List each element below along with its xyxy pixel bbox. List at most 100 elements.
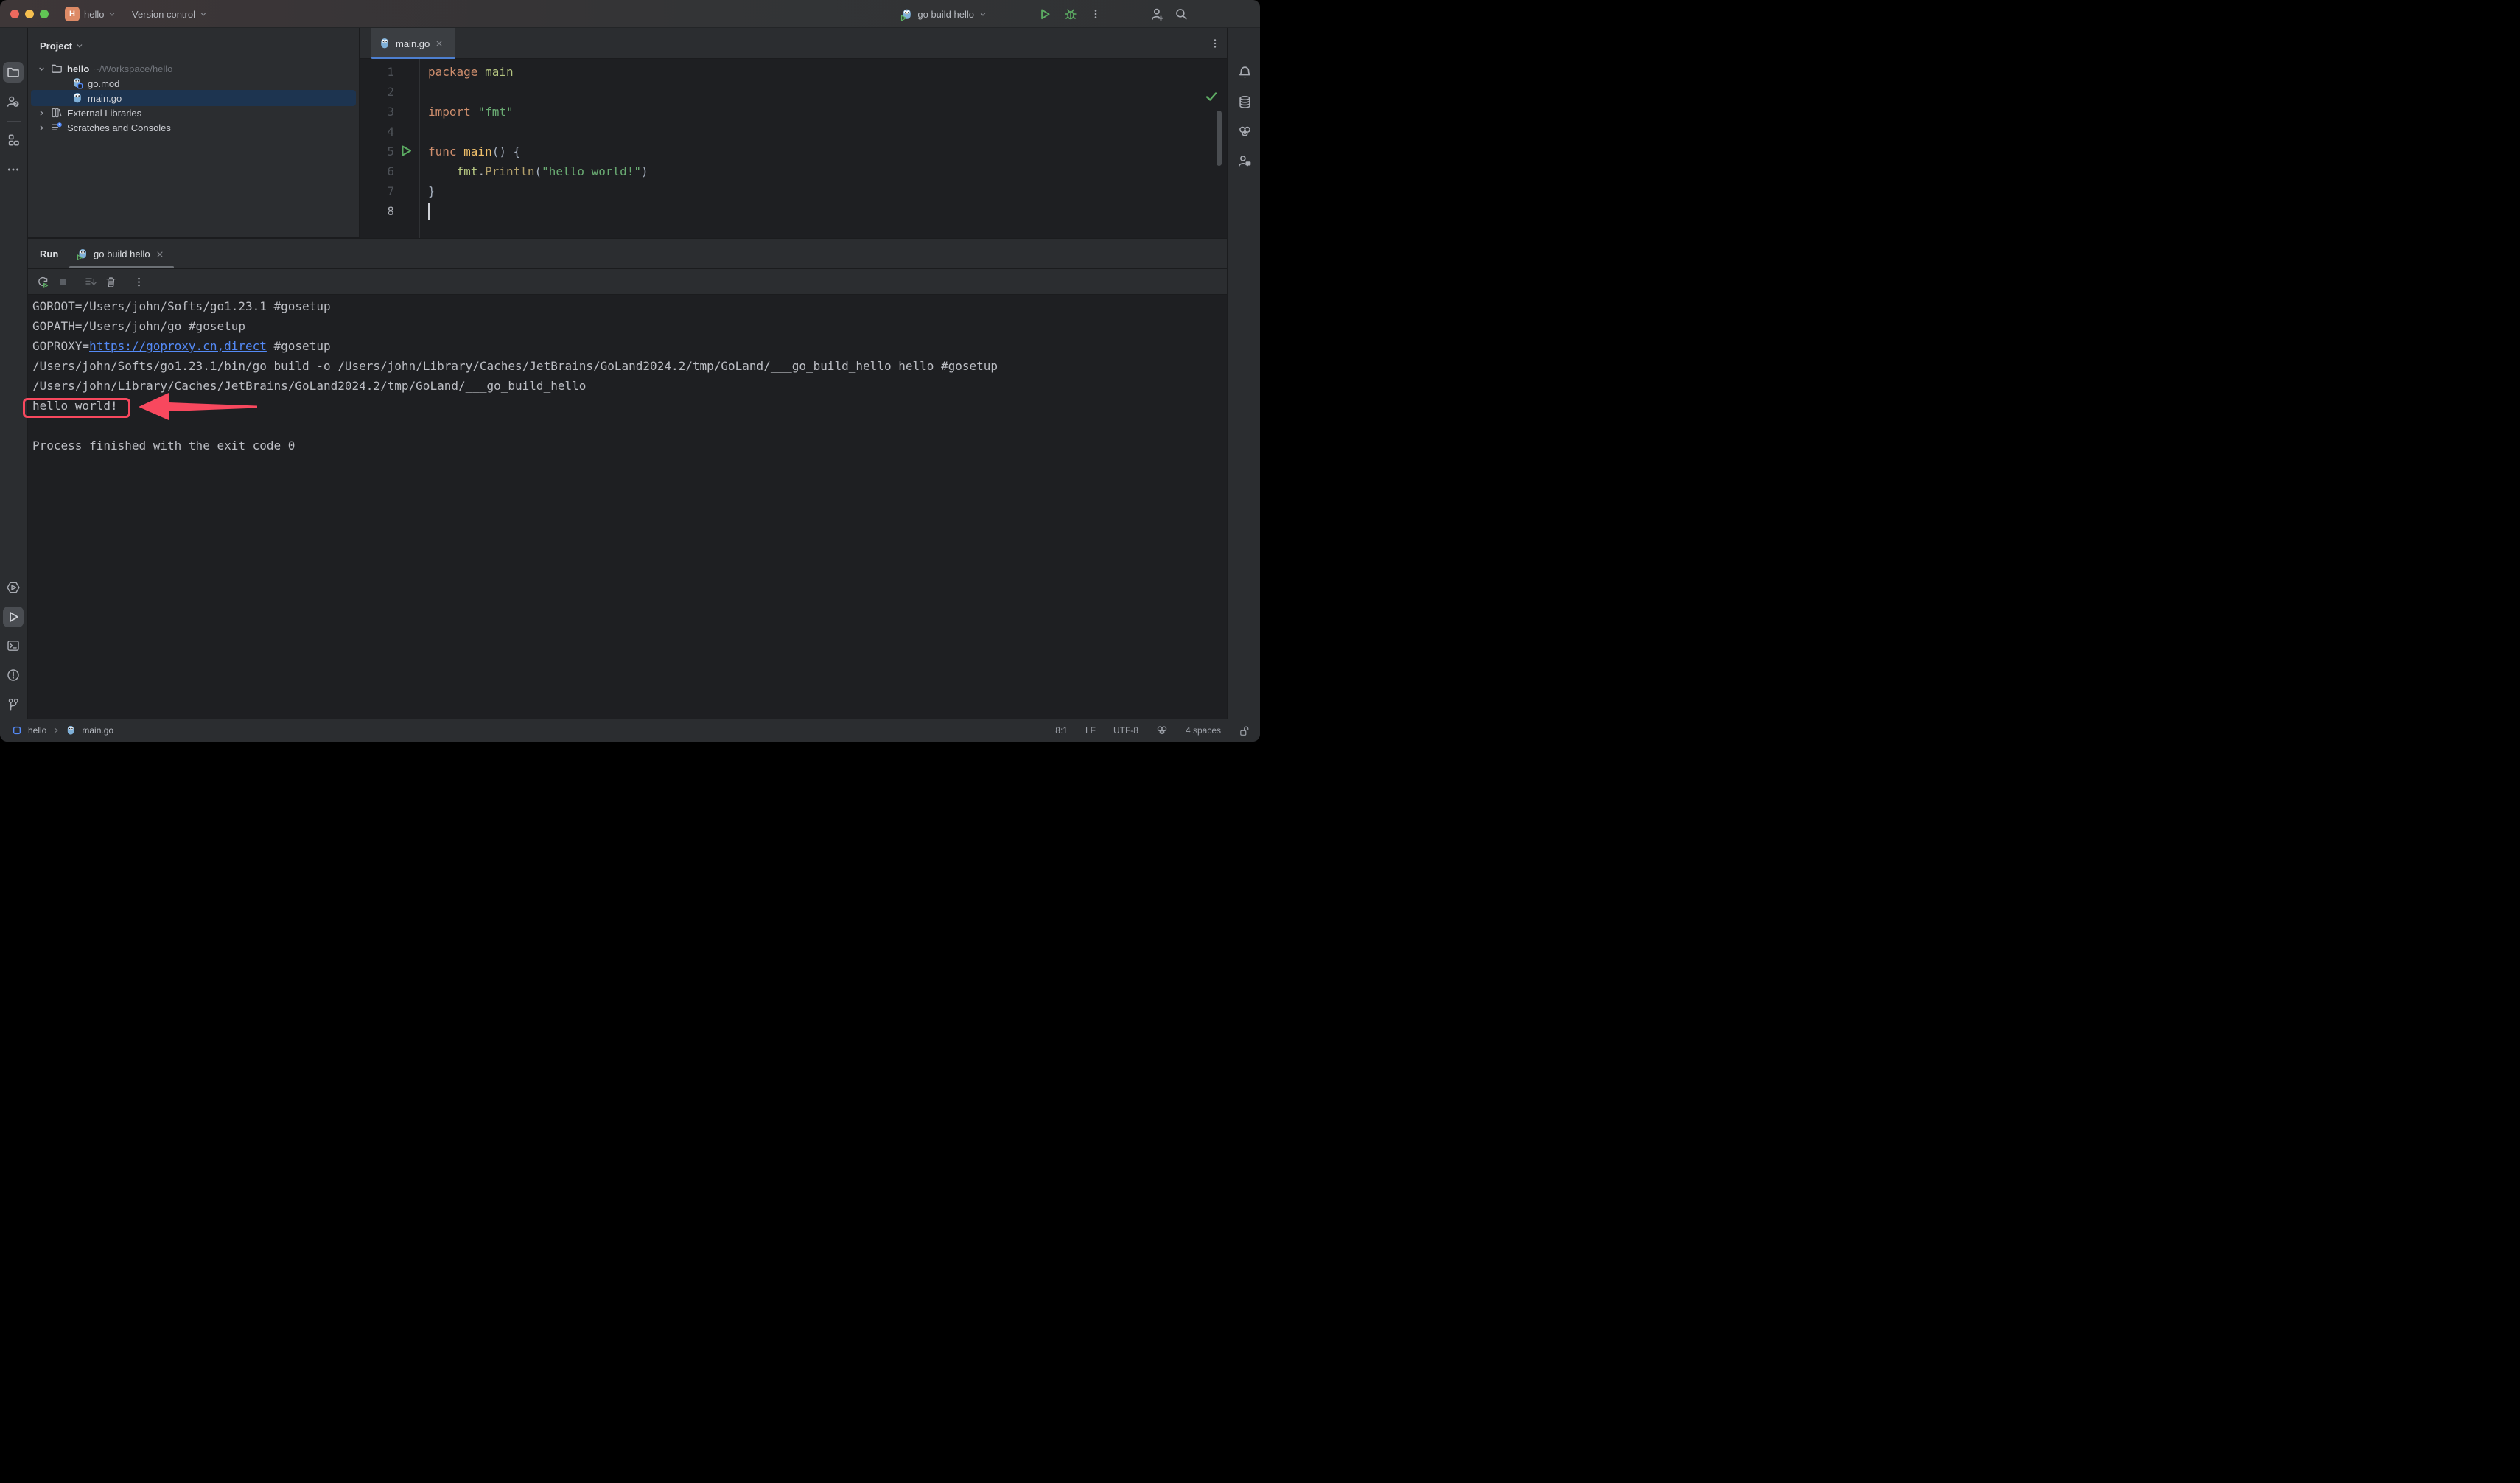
status-widgets: 8:1 LF UTF-8 4 spaces	[1055, 725, 1250, 736]
tree-label-root: hello	[67, 63, 90, 74]
goproxy-link[interactable]: https://goproxy.cn,direct	[89, 339, 267, 353]
go-file-icon	[381, 38, 388, 49]
line-number: 2	[387, 85, 394, 99]
project-panel-header[interactable]: Project	[40, 38, 84, 54]
gopher-run-icon	[77, 248, 86, 260]
debug-button[interactable]	[1064, 0, 1077, 28]
line-ending-widget[interactable]: LF	[1085, 725, 1096, 736]
caret-position-widget[interactable]: 8:1	[1055, 725, 1068, 736]
run-configuration-selector[interactable]: go build hello	[900, 0, 987, 28]
scroll-to-end-button[interactable]	[85, 276, 97, 288]
chevron-right-icon[interactable]	[37, 108, 46, 118]
vcs-menu-button[interactable]: Version control	[132, 0, 208, 28]
indent-widget[interactable]: 4 spaces	[1186, 725, 1221, 736]
sidebar-item-vcs-requests[interactable]: ?	[3, 91, 24, 112]
line-number: 6	[387, 164, 394, 178]
editor-pane: main.go 1 2 3 4 5 6 7 8 package main imp…	[359, 28, 1227, 238]
gopher-face-icon	[1239, 126, 1250, 136]
chevron-right-icon[interactable]	[37, 123, 46, 133]
database-icon	[1239, 95, 1250, 108]
sidebar-item-terminal[interactable]	[3, 635, 24, 656]
sidebar-item-services[interactable]	[3, 577, 24, 598]
window-controls	[10, 10, 49, 18]
left-tool-stripe: ?	[0, 28, 28, 719]
more-actions-button[interactable]	[1090, 0, 1102, 28]
line-number-current: 8	[387, 204, 394, 218]
search-icon	[1176, 9, 1187, 20]
tree-label-maingo: main.go	[88, 92, 122, 104]
gutter-divider	[419, 59, 420, 238]
sidebar-item-structure[interactable]	[3, 130, 24, 150]
folder-icon	[7, 67, 19, 77]
git-branch-icon	[8, 698, 18, 711]
stop-button[interactable]	[57, 276, 69, 288]
library-icon	[52, 108, 62, 118]
run-tab-underline	[69, 266, 174, 268]
console-line-hello-world: hello world!	[32, 399, 118, 413]
sidebar-item-notifications[interactable]	[1234, 62, 1255, 83]
clear-console-trash-button[interactable]	[105, 276, 117, 288]
go-file-icon	[74, 93, 81, 103]
run-tool-icon	[10, 612, 18, 622]
go-sdk-gopher-icon[interactable]	[1156, 725, 1168, 736]
sidebar-item-git[interactable]	[3, 694, 24, 715]
more-tool-windows-button[interactable]	[3, 159, 24, 180]
console-line: GOPATH=/Users/john/go #gosetup	[32, 319, 245, 333]
code-line-1: package main	[428, 62, 514, 82]
tree-row-external-libraries[interactable]: External Libraries	[37, 105, 141, 121]
code-token: "fmt"	[470, 105, 514, 119]
tree-row-project-root[interactable]: hello ~/Workspace/hello	[37, 60, 172, 77]
breadcrumb-project[interactable]: hello	[28, 725, 46, 736]
run-panel-title[interactable]: Run	[40, 239, 58, 269]
tree-row-scratches[interactable]: Scratches and Consoles	[37, 119, 171, 136]
bug-icon	[1065, 9, 1077, 20]
close-window-button[interactable]	[10, 10, 19, 18]
breadcrumb-file[interactable]: main.go	[82, 725, 113, 736]
editor-tab-maingo[interactable]: main.go	[371, 28, 455, 59]
code-token: .	[477, 164, 486, 178]
project-menu-button[interactable]: hello	[84, 0, 116, 28]
sidebar-item-database[interactable]	[1234, 91, 1255, 112]
code-line-5: func main() {	[428, 142, 520, 161]
run-console-output[interactable]: GOROOT=/Users/john/Softs/go1.23.1 #goset…	[28, 295, 1227, 719]
code-token: Println	[485, 164, 535, 178]
code-editor[interactable]: 1 2 3 4 5 6 7 8 package main import "fmt…	[360, 59, 1227, 238]
code-token: "hello world!"	[542, 164, 642, 178]
run-button[interactable]	[1038, 0, 1051, 28]
tree-row-gomod[interactable]: go.mod	[71, 75, 119, 91]
search-everywhere-button[interactable]	[1175, 0, 1188, 28]
encoding-widget[interactable]: UTF-8	[1113, 725, 1138, 736]
line-number: 7	[387, 184, 394, 198]
kebab-menu-icon	[1094, 10, 1097, 18]
inspections-ok-check-icon[interactable]	[1205, 90, 1218, 103]
person-chat-icon	[1238, 155, 1250, 167]
code-line-7: }	[428, 181, 435, 201]
text-caret	[428, 203, 430, 220]
editor-options-kebab-icon[interactable]	[1209, 38, 1221, 49]
sidebar-item-code-with-me[interactable]	[1234, 150, 1255, 171]
tree-row-maingo[interactable]: main.go	[71, 90, 122, 106]
code-with-me-users-button[interactable]	[1150, 0, 1164, 28]
run-tab-go-build-hello[interactable]: go build hello	[69, 239, 172, 269]
minimize-window-button[interactable]	[25, 10, 34, 18]
sidebar-item-problems[interactable]	[3, 665, 24, 685]
zoom-window-button[interactable]	[40, 10, 49, 18]
lock-open-icon[interactable]	[1239, 725, 1250, 736]
close-icon[interactable]	[435, 39, 444, 48]
chevron-down-icon[interactable]	[37, 64, 46, 74]
console-options-kebab-icon[interactable]	[133, 276, 145, 288]
bell-icon	[1239, 66, 1250, 77]
sidebar-item-gopher[interactable]	[1234, 121, 1255, 142]
line-number: 5	[387, 144, 394, 158]
status-bar: hello main.go 8:1 LF UTF-8 4 spaces	[0, 719, 1260, 742]
code-token: func	[428, 144, 457, 158]
sidebar-item-run[interactable]	[3, 607, 24, 627]
rerun-button[interactable]	[37, 276, 49, 288]
run-line-gutter-icon[interactable]	[401, 145, 412, 156]
chevron-down-icon	[980, 13, 986, 16]
sidebar-item-project[interactable]	[3, 62, 24, 83]
structure-icon	[8, 134, 19, 146]
chevron-right-icon	[55, 727, 59, 733]
close-icon[interactable]	[155, 250, 164, 259]
editor-scrollbar-thumb[interactable]	[1217, 111, 1222, 166]
